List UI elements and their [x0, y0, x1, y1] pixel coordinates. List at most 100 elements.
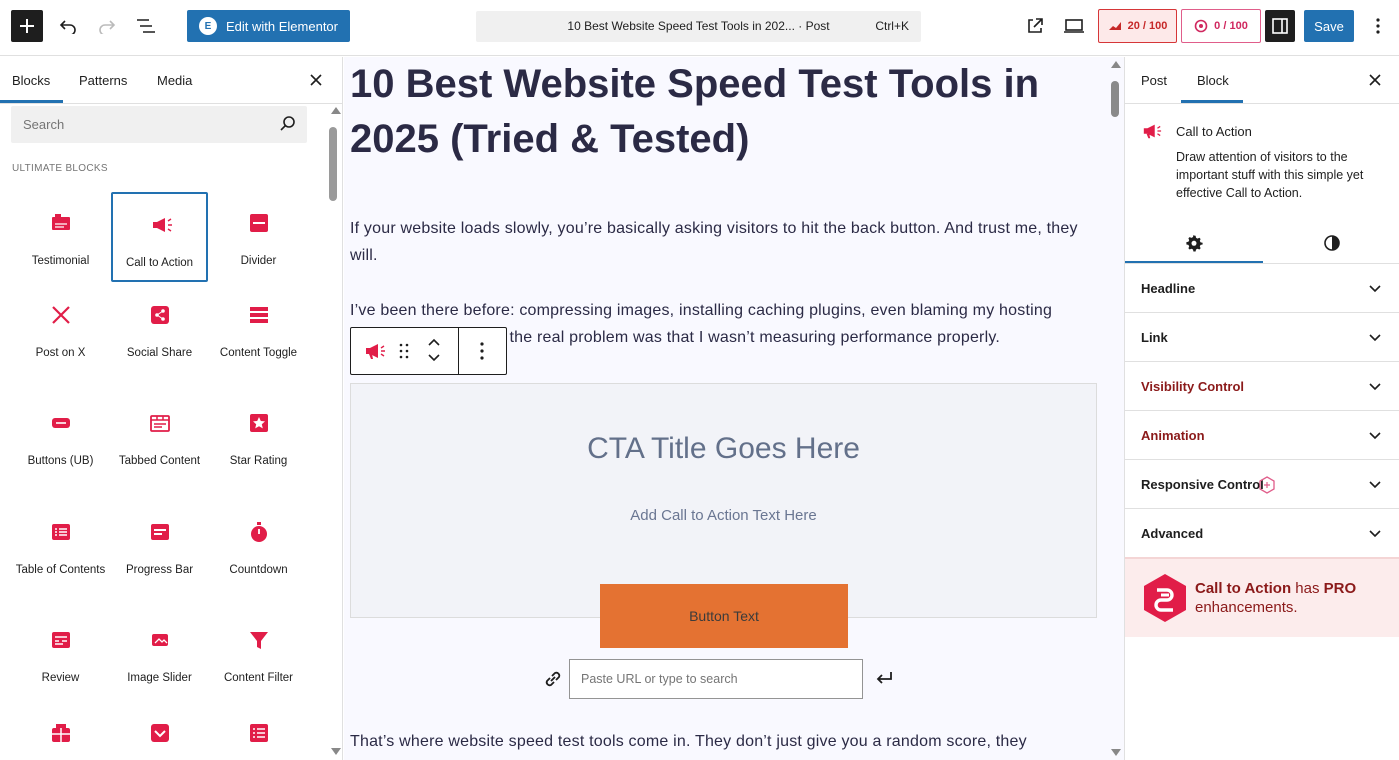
pro-text-tail: enhancements. [1195, 599, 1298, 616]
block-inserter-panel: Blocks Patterns Media Search ULTIMATE BL… [0, 57, 343, 760]
block-item[interactable]: Call to Action [111, 192, 208, 282]
cta-text[interactable]: Add Call to Action Text Here [351, 507, 1096, 524]
tab-block[interactable]: Block [1197, 73, 1229, 88]
block-item[interactable]: Buttons (UB) [12, 392, 109, 482]
block-toolbar [350, 327, 507, 375]
block-item[interactable] [210, 702, 307, 760]
block-item-label: Call to Action [125, 257, 194, 269]
seo-score-button[interactable]: 20 / 100 [1098, 9, 1177, 43]
close-inserter-button[interactable] [310, 69, 322, 92]
move-down-icon[interactable] [427, 352, 441, 364]
ultimate-blocks-logo-icon [1144, 574, 1186, 622]
testimonial-icon [52, 214, 70, 230]
block-item[interactable]: Social Share [111, 284, 208, 374]
canvas-scrollbar[interactable] [1106, 57, 1124, 760]
link-panel[interactable]: Link [1125, 313, 1399, 362]
pro-upsell-banner[interactable]: Call to Action has PRO enhancements. [1125, 557, 1399, 637]
enter-icon[interactable] [874, 669, 894, 687]
paragraph-block[interactable]: If your website loads slowly, you’re bas… [350, 215, 1095, 269]
gift-icon [52, 724, 70, 742]
seo-score-value: 20 / 100 [1127, 20, 1168, 32]
undo-button[interactable] [56, 12, 80, 40]
animation-panel[interactable]: Animation [1125, 411, 1399, 460]
panel-title: Link [1141, 330, 1168, 345]
document-bar[interactable]: 10 Best Website Speed Test Tools in 202.… [476, 11, 921, 42]
tab-media[interactable]: Media [157, 73, 192, 88]
review-icon [52, 632, 70, 648]
block-item[interactable]: Testimonial [12, 192, 109, 282]
megaphone-icon [153, 218, 172, 232]
block-item[interactable] [111, 702, 208, 760]
block-item[interactable]: Post on X [12, 284, 109, 374]
block-item[interactable]: Progress Bar [111, 501, 208, 591]
scroll-thumb[interactable] [329, 127, 337, 201]
block-card-title: Call to Action [1176, 124, 1252, 139]
block-item-label: Content Filter [223, 672, 294, 684]
tab-settings[interactable] [1125, 223, 1263, 263]
content-score-button[interactable]: 0 / 100 [1181, 9, 1261, 43]
close-settings-button[interactable] [1369, 69, 1381, 92]
block-item[interactable]: Tabbed Content [111, 392, 208, 482]
post-title[interactable]: 10 Best Website Speed Test Tools in 2025… [350, 57, 1090, 167]
panel-title: Animation [1141, 428, 1205, 443]
scroll-thumb[interactable] [1111, 81, 1119, 117]
tab-styles[interactable] [1263, 223, 1399, 263]
block-options-icon[interactable] [480, 342, 484, 360]
block-item[interactable]: Content Filter [210, 609, 307, 699]
tab-blocks[interactable]: Blocks [12, 73, 50, 88]
tabs-divider [1125, 103, 1399, 104]
move-up-icon[interactable] [427, 336, 441, 348]
scroll-down-arrow[interactable] [1111, 749, 1121, 756]
cta-title[interactable]: CTA Title Goes Here [351, 432, 1096, 466]
external-link-icon [1028, 18, 1043, 33]
slider-icon [152, 634, 168, 646]
block-item[interactable]: Star Rating [210, 392, 307, 482]
pro-block-name: Call to Action [1195, 580, 1292, 597]
scroll-down-arrow[interactable] [331, 748, 341, 755]
paragraph-block[interactable]: That’s where website speed test tools co… [350, 728, 1095, 755]
add-block-button[interactable] [11, 10, 43, 42]
scroll-up-arrow[interactable] [331, 107, 341, 114]
save-button[interactable]: Save [1304, 10, 1354, 42]
document-overview-button[interactable] [134, 12, 158, 40]
view-post-button[interactable] [1022, 12, 1048, 40]
advanced-panel[interactable]: Advanced [1125, 509, 1399, 558]
block-item-label: Divider [240, 255, 277, 267]
megaphone-icon[interactable] [364, 342, 386, 360]
cta-button[interactable]: Button Text [600, 584, 848, 648]
block-item[interactable]: Content Toggle [210, 284, 307, 374]
redo-button[interactable] [95, 12, 119, 40]
visibility-control-panel[interactable]: Visibility Control [1125, 362, 1399, 411]
responsive-control-panel[interactable]: Responsive Control [1125, 460, 1399, 509]
block-item-label: Image Slider [127, 672, 192, 684]
inserter-scrollbar[interactable] [326, 105, 341, 760]
options-button[interactable] [1366, 12, 1390, 40]
star-icon [250, 414, 268, 432]
url-input[interactable] [569, 659, 863, 699]
block-item[interactable]: Image Slider [111, 609, 208, 699]
headline-panel[interactable]: Headline [1125, 264, 1399, 313]
block-item[interactable]: Divider [210, 192, 307, 282]
content-score-value: 0 / 100 [1214, 20, 1248, 32]
preview-button[interactable] [1061, 12, 1087, 40]
tab-patterns[interactable]: Patterns [79, 73, 127, 88]
editor-canvas[interactable]: 10 Best Website Speed Test Tools in 2025… [344, 57, 1106, 760]
block-item-label: Review [41, 672, 80, 684]
settings-sidebar: Post Block Call to Action Draw attention… [1124, 57, 1399, 760]
scroll-up-arrow[interactable] [1111, 61, 1121, 68]
block-item[interactable] [12, 702, 109, 760]
settings-sidebar-toggle[interactable] [1265, 10, 1295, 42]
block-search[interactable]: Search [11, 106, 307, 143]
block-item[interactable]: Table of Contents [12, 501, 109, 591]
block-item[interactable]: Review [12, 609, 109, 699]
tab-post[interactable]: Post [1141, 73, 1167, 88]
block-item[interactable]: Countdown [210, 501, 307, 591]
contrast-icon [1323, 235, 1340, 251]
block-item-label: Table of Contents [15, 564, 106, 576]
search-input[interactable]: Search [23, 117, 64, 132]
call-to-action-block[interactable]: CTA Title Goes Here Add Call to Action T… [350, 383, 1097, 618]
chevron-down-icon [1369, 481, 1381, 489]
panel-title: Headline [1141, 281, 1196, 296]
edit-with-elementor-button[interactable]: E Edit with Elementor [187, 10, 350, 42]
drag-handle-icon[interactable] [399, 343, 409, 359]
